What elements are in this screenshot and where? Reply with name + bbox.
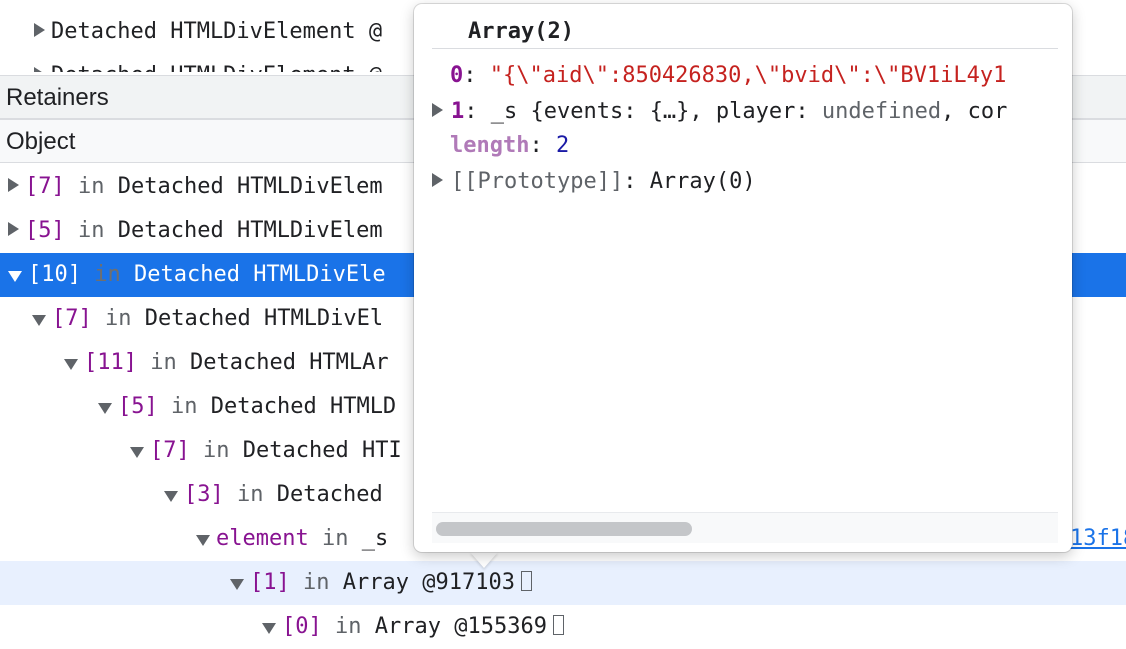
property-row[interactable]: 1: _s {events: {…}, player: undefined, c… <box>432 94 1007 130</box>
collapse-triangle-down-icon[interactable] <box>32 314 46 326</box>
scrollbar-thumb[interactable] <box>436 522 692 536</box>
collapse-triangle-down-icon[interactable] <box>262 622 276 634</box>
expand-triangle-right-icon[interactable] <box>8 222 19 236</box>
expand-triangle-right-icon[interactable] <box>432 173 443 187</box>
collapse-triangle-down-icon[interactable] <box>8 270 22 282</box>
property-row[interactable]: length: 2 <box>450 128 569 164</box>
collapse-triangle-down-icon[interactable] <box>130 446 144 458</box>
popover-arrow <box>470 552 498 568</box>
property-row[interactable]: [[Prototype]]: Array(0) <box>432 164 756 200</box>
collapse-triangle-down-icon[interactable] <box>196 534 210 546</box>
expand-triangle-right-icon[interactable] <box>34 67 45 72</box>
source-link[interactable]: 13f18 <box>1070 517 1126 561</box>
horizontal-scrollbar[interactable] <box>432 512 1058 543</box>
expand-triangle-right-icon[interactable] <box>8 178 19 192</box>
retainer-row-hovered[interactable]: [1] in Array @917103 <box>0 561 1126 605</box>
popover-property-list: 0: "{\"aid\":850426830,\"bvid\":\"BV1iL4… <box>432 52 1058 512</box>
property-row[interactable]: 0: "{\"aid\":850426830,\"bvid\":\"BV1iL4… <box>450 58 1006 94</box>
popover-divider <box>432 48 1058 49</box>
expand-triangle-right-icon[interactable] <box>432 103 443 117</box>
collapse-triangle-down-icon[interactable] <box>164 490 178 502</box>
collapse-triangle-down-icon[interactable] <box>64 358 78 370</box>
missing-glyph-icon <box>520 571 532 591</box>
collapse-triangle-down-icon[interactable] <box>230 578 244 590</box>
object-preview-popover: Array(2) 0: "{\"aid\":850426830,\"bvid\"… <box>414 4 1072 552</box>
expand-triangle-right-icon[interactable] <box>34 23 45 37</box>
missing-glyph-icon <box>552 615 564 635</box>
collapse-triangle-down-icon[interactable] <box>98 402 112 414</box>
popover-title: Array(2) <box>468 19 574 44</box>
retainer-row[interactable]: [0] in Array @155369 <box>0 605 1126 649</box>
